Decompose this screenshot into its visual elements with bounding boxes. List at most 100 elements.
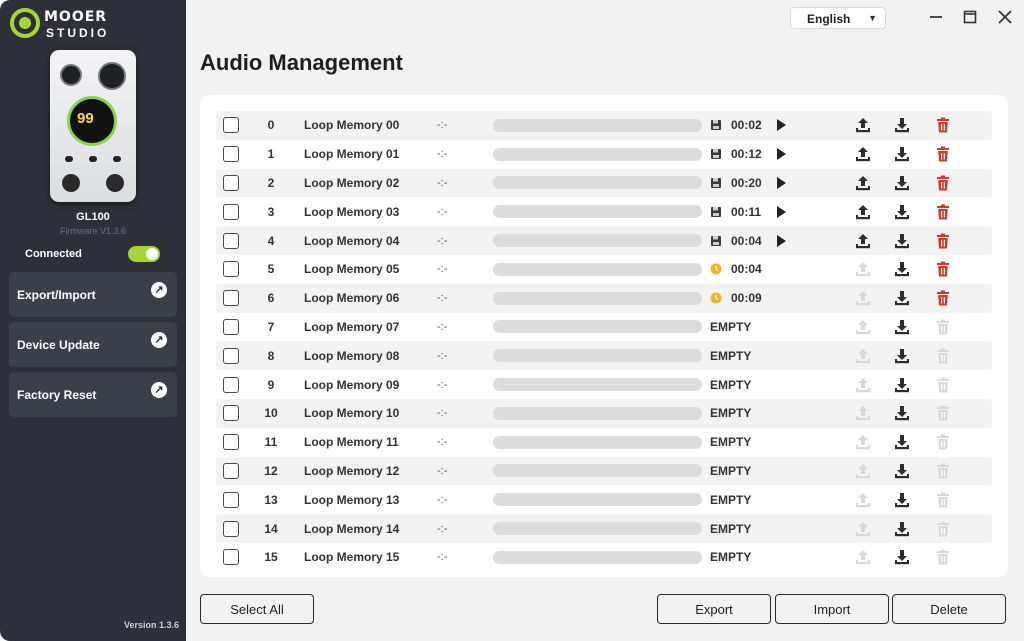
row-checkbox[interactable]: [223, 543, 241, 572]
main-content: English ▼ Audio Management 0 Loop Memory …: [186, 0, 1024, 641]
row-checkbox[interactable]: [223, 341, 241, 370]
play-icon[interactable]: [777, 111, 789, 140]
download-icon[interactable]: [893, 428, 911, 457]
page-title: Audio Management: [200, 50, 403, 75]
row-checkbox[interactable]: [223, 226, 241, 255]
play-icon[interactable]: [777, 169, 789, 198]
download-icon[interactable]: [893, 370, 911, 399]
delete-icon[interactable]: [934, 226, 952, 255]
row-checkbox[interactable]: [223, 370, 241, 399]
play-icon[interactable]: [777, 197, 789, 226]
loop-row[interactable]: 10 Loop Memory 10 -:- EMPTY: [216, 398, 992, 428]
play-icon[interactable]: [777, 140, 789, 169]
upload-icon[interactable]: [854, 226, 872, 255]
upload-icon[interactable]: [854, 111, 872, 140]
play-icon[interactable]: [777, 226, 789, 255]
loop-index: 5: [267, 262, 275, 277]
row-checkbox[interactable]: [223, 111, 241, 140]
loop-row[interactable]: 8 Loop Memory 08 -:- EMPTY: [216, 341, 992, 371]
delete-icon[interactable]: [934, 197, 952, 226]
loop-name: Loop Memory 13: [304, 492, 400, 507]
loop-row[interactable]: 2 Loop Memory 02 -:- 00:20: [216, 168, 992, 198]
row-checkbox[interactable]: [223, 284, 241, 313]
language-select[interactable]: English ▼: [790, 7, 886, 29]
export-button[interactable]: Export: [657, 594, 771, 624]
download-icon[interactable]: [893, 543, 911, 572]
app-version: Version 1.3.6: [124, 620, 180, 630]
row-checkbox[interactable]: [223, 169, 241, 198]
loop-name: Loop Memory 10: [304, 406, 400, 421]
download-icon[interactable]: [893, 457, 911, 486]
loop-row[interactable]: 5 Loop Memory 05 -:- 00:04: [216, 255, 992, 284]
loop-row[interactable]: 9 Loop Memory 09 -:- EMPTY: [216, 370, 992, 399]
minimize-icon[interactable]: [924, 6, 948, 30]
row-checkbox[interactable]: [223, 514, 241, 543]
loop-row[interactable]: 1 Loop Memory 01 -:- 00:12: [216, 140, 992, 169]
loop-row[interactable]: 4 Loop Memory 04 -:- 00:04: [216, 226, 992, 255]
delete-icon: [934, 370, 952, 399]
loop-row[interactable]: 6 Loop Memory 06 -:- 00:09: [216, 283, 992, 313]
download-icon[interactable]: [893, 284, 911, 313]
export-import-button[interactable]: Export/Import ↗: [9, 272, 177, 317]
loop-duration: EMPTY: [710, 319, 752, 334]
row-checkbox[interactable]: [223, 197, 241, 226]
loop-progress-bar: [493, 313, 702, 342]
loop-name: Loop Memory 02: [304, 175, 400, 190]
loop-marker: -:-: [437, 522, 448, 535]
delete-icon[interactable]: [934, 169, 952, 198]
download-icon[interactable]: [893, 399, 911, 428]
factory-reset-button[interactable]: Factory Reset ↗: [9, 372, 177, 417]
upload-icon[interactable]: [854, 197, 872, 226]
loop-row[interactable]: 3 Loop Memory 03 -:- 00:11: [216, 197, 992, 226]
upload-icon[interactable]: [854, 169, 872, 198]
download-icon[interactable]: [893, 226, 911, 255]
delete-button[interactable]: Delete: [892, 594, 1006, 624]
download-icon[interactable]: [893, 341, 911, 370]
upload-icon: [854, 341, 872, 370]
row-checkbox[interactable]: [223, 485, 241, 514]
loop-row[interactable]: 0 Loop Memory 00 -:- 00:02: [216, 111, 992, 140]
loop-row[interactable]: 11 Loop Memory 11 -:- EMPTY: [216, 428, 992, 457]
loop-progress-bar: [493, 428, 702, 457]
device-update-button[interactable]: Device Update ↗: [9, 322, 177, 367]
mooer-logo: MOOER STUDIO: [10, 6, 120, 42]
download-icon[interactable]: [893, 140, 911, 169]
close-icon[interactable]: [993, 6, 1017, 30]
delete-icon[interactable]: [934, 255, 952, 284]
download-icon[interactable]: [893, 111, 911, 140]
row-checkbox[interactable]: [223, 313, 241, 342]
loop-row[interactable]: 12 Loop Memory 12 -:- EMPTY: [216, 456, 992, 486]
delete-icon[interactable]: [934, 140, 952, 169]
upload-icon[interactable]: [854, 140, 872, 169]
row-checkbox[interactable]: [223, 255, 241, 284]
loop-index: 2: [267, 175, 275, 190]
import-button[interactable]: Import: [775, 594, 889, 624]
loop-duration: EMPTY: [710, 550, 752, 565]
download-icon[interactable]: [893, 255, 911, 284]
row-checkbox[interactable]: [223, 399, 241, 428]
download-icon[interactable]: [893, 514, 911, 543]
delete-icon[interactable]: [934, 284, 952, 313]
row-checkbox[interactable]: [223, 428, 241, 457]
download-icon[interactable]: [893, 313, 911, 342]
loop-row[interactable]: 14 Loop Memory 14 -:- EMPTY: [216, 514, 992, 543]
loop-marker: -:-: [437, 292, 448, 305]
row-checkbox[interactable]: [223, 140, 241, 169]
loop-progress-bar: [493, 457, 702, 486]
select-all-button[interactable]: Select All: [200, 594, 314, 624]
delete-icon[interactable]: [934, 111, 952, 140]
loop-row[interactable]: 13 Loop Memory 13 -:- EMPTY: [216, 485, 992, 514]
download-icon[interactable]: [893, 169, 911, 198]
row-checkbox[interactable]: [223, 457, 241, 486]
loop-index: 6: [267, 291, 275, 306]
upload-icon: [854, 370, 872, 399]
connection-toggle[interactable]: [128, 246, 160, 262]
loop-index: 14: [264, 521, 278, 536]
maximize-icon[interactable]: [958, 6, 982, 30]
loop-row[interactable]: 7 Loop Memory 07 -:- EMPTY: [216, 313, 992, 342]
save-icon: [709, 226, 723, 255]
loop-row[interactable]: 15 Loop Memory 15 -:- EMPTY: [216, 543, 992, 572]
download-icon[interactable]: [893, 197, 911, 226]
loop-index: 15: [264, 550, 278, 565]
download-icon[interactable]: [893, 485, 911, 514]
